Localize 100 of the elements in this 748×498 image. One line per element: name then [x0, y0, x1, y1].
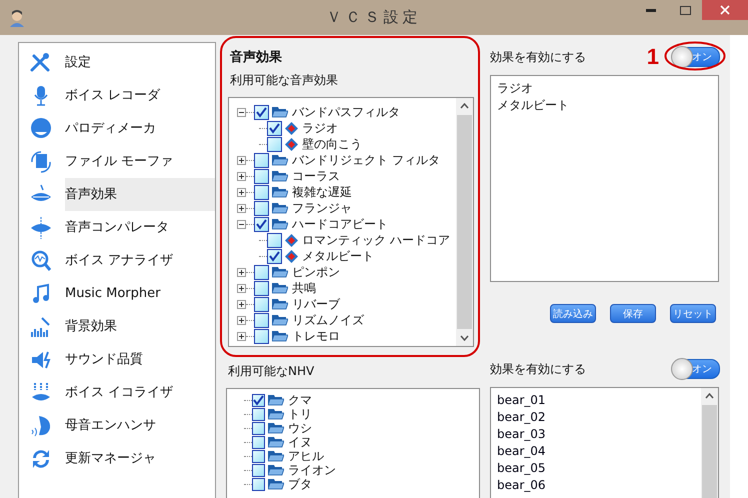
tree-item[interactable]: 共鳴 — [292, 280, 316, 296]
checkbox[interactable] — [267, 232, 282, 248]
collapse-icon[interactable] — [237, 108, 246, 116]
tree-item[interactable]: トリ — [288, 406, 312, 422]
folder-icon — [272, 282, 288, 294]
checkbox[interactable] — [267, 248, 282, 264]
expand-icon[interactable] — [237, 284, 246, 292]
expand-icon[interactable] — [237, 332, 246, 340]
folder-icon — [272, 218, 288, 230]
tree-item[interactable]: メタルビート — [302, 248, 374, 264]
list-item[interactable]: bear_01 — [497, 392, 696, 409]
checkbox[interactable] — [252, 464, 265, 476]
checkbox[interactable] — [252, 478, 265, 490]
checkbox[interactable] — [254, 152, 269, 168]
tree-item[interactable]: ウシ — [288, 420, 312, 436]
checkbox[interactable] — [252, 422, 265, 434]
list-item[interactable]: bear_03 — [497, 426, 696, 443]
expand-icon[interactable] — [237, 188, 246, 196]
arrow-up-icon[interactable] — [460, 103, 469, 109]
mask-icon — [29, 116, 53, 140]
checkbox[interactable] — [254, 312, 269, 328]
expand-icon[interactable] — [237, 204, 246, 212]
tree-item[interactable]: ラジオ — [302, 120, 338, 136]
toggle-switch[interactable]: オン — [672, 47, 720, 67]
checkbox[interactable] — [267, 120, 282, 136]
list-item[interactable]: メタルビート — [497, 97, 712, 114]
arrow-down-icon[interactable] — [460, 335, 469, 341]
tree-item[interactable]: コーラス — [292, 168, 340, 184]
tree-item[interactable]: トレモロ — [292, 328, 340, 344]
tree-item[interactable]: アヒル — [288, 448, 324, 464]
sidebar-item[interactable]: ボイス アナライザ — [65, 244, 215, 277]
checkbox[interactable] — [254, 280, 269, 296]
folder-icon — [268, 394, 284, 406]
tree-item[interactable]: イヌ — [288, 434, 312, 450]
sidebar-item[interactable]: 設定 — [65, 46, 215, 79]
expand-icon[interactable] — [237, 316, 246, 324]
field-label: 効果を有効にする — [490, 48, 587, 66]
folder-icon — [272, 314, 288, 326]
tree-item[interactable]: リズムノイズ — [292, 312, 364, 328]
sidebar-item[interactable]: ボイス イコライザ — [65, 376, 215, 409]
expand-icon[interactable] — [237, 268, 246, 276]
arrow-up-icon[interactable] — [705, 393, 714, 399]
tree-item[interactable]: フランジャ — [292, 200, 352, 216]
tree-item[interactable]: ハードコアビート — [292, 216, 388, 232]
list-item[interactable]: bear_05 — [497, 460, 696, 477]
tree-item[interactable]: バンドパスフィルタ — [292, 104, 400, 120]
sidebar-item[interactable]: Music Morpher — [65, 277, 215, 310]
checkbox[interactable] — [254, 168, 269, 184]
checkbox[interactable] — [252, 408, 265, 420]
scrollbar[interactable] — [701, 388, 718, 498]
document-icon — [29, 150, 53, 174]
tree-item[interactable]: ライオン — [288, 462, 336, 478]
collapse-icon[interactable] — [237, 220, 246, 228]
expand-icon[interactable] — [237, 156, 246, 164]
tree-item[interactable]: クマ — [288, 392, 312, 408]
sidebar-item[interactable]: 音声効果 — [65, 178, 215, 211]
checkbox[interactable] — [254, 200, 269, 216]
tree-item[interactable]: ロマンティック ハードコア — [302, 232, 450, 248]
folder-icon — [272, 154, 288, 166]
folder-icon — [272, 186, 288, 198]
list-item[interactable]: bear_06 — [497, 477, 696, 494]
tree-item[interactable]: ピンポン — [292, 264, 340, 280]
sidebar-item[interactable]: 音声コンパレータ — [65, 211, 215, 244]
sidebar-item[interactable]: ファイル モーファ — [65, 145, 215, 178]
scrollbar[interactable] — [456, 98, 473, 346]
checkbox[interactable] — [254, 104, 269, 120]
list-item[interactable]: bear_02 — [497, 409, 696, 426]
list-item[interactable]: ラジオ — [497, 80, 712, 97]
checkbox[interactable] — [254, 296, 269, 312]
sidebar-item[interactable]: 更新マネージャ — [65, 442, 215, 475]
tree-item[interactable]: バンドリジェクト フィルタ — [292, 152, 440, 168]
checkbox[interactable] — [252, 394, 265, 406]
close-icon — [720, 5, 730, 15]
folder-icon — [272, 106, 288, 118]
sidebar-item[interactable]: サウンド品質 — [65, 343, 215, 376]
sidebar-item[interactable]: 背景効果 — [65, 310, 215, 343]
tree-item[interactable]: リバーブ — [292, 296, 340, 312]
toggle-switch[interactable]: オン — [672, 359, 720, 379]
checkbox[interactable] — [252, 436, 265, 448]
checkbox[interactable] — [252, 450, 265, 462]
folder-icon — [268, 464, 284, 476]
checkbox[interactable] — [254, 264, 269, 280]
checkbox[interactable] — [267, 136, 282, 152]
list-item[interactable]: bear_04 — [497, 443, 696, 460]
close-button[interactable] — [702, 0, 748, 20]
checkbox[interactable] — [254, 216, 269, 232]
expand-icon[interactable] — [237, 172, 246, 180]
tree-item[interactable]: 複雑な遅延 — [292, 184, 352, 200]
checkbox[interactable] — [254, 184, 269, 200]
tree-item[interactable]: ブタ — [288, 476, 312, 492]
tree-item[interactable]: 壁の向こう — [302, 136, 362, 152]
checkbox[interactable] — [254, 328, 269, 344]
lips-icon — [29, 216, 53, 240]
folder-icon — [268, 478, 284, 490]
sidebar-item[interactable]: ボイス レコーダ — [65, 79, 215, 112]
sidebar-item[interactable]: パロディメーカ — [65, 112, 215, 145]
sidebar-item[interactable]: 母音エンハンサ — [65, 409, 215, 442]
magnifier-icon — [29, 248, 53, 272]
expand-icon[interactable] — [237, 300, 246, 308]
person-icon — [8, 8, 26, 26]
